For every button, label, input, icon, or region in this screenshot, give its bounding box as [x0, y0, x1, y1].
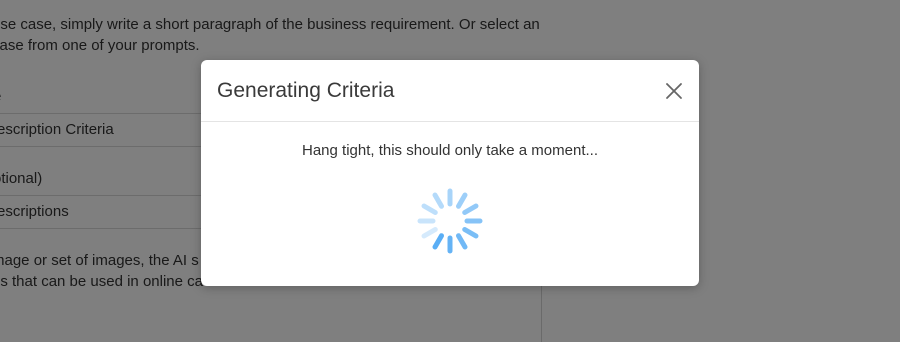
spinner-spoke	[421, 227, 438, 239]
spinner-spoke	[456, 233, 468, 250]
modal-header: Generating Criteria	[201, 60, 699, 122]
spinner-spoke	[462, 203, 479, 215]
spinner-spoke	[432, 233, 444, 250]
close-icon	[666, 82, 682, 99]
loading-spinner	[414, 185, 486, 257]
spinner-spoke	[432, 192, 444, 209]
spinner-spoke	[462, 227, 479, 239]
spinner-spoke	[456, 192, 468, 209]
spinner-spoke	[421, 203, 438, 215]
generating-criteria-modal: Generating Criteria Hang tight, this sho…	[201, 60, 699, 286]
modal-body: Hang tight, this should only take a mome…	[201, 142, 699, 257]
close-button[interactable]	[663, 80, 685, 102]
spinner-icon	[417, 188, 483, 254]
loading-message: Hang tight, this should only take a mome…	[302, 142, 598, 159]
modal-title: Generating Criteria	[217, 78, 395, 102]
